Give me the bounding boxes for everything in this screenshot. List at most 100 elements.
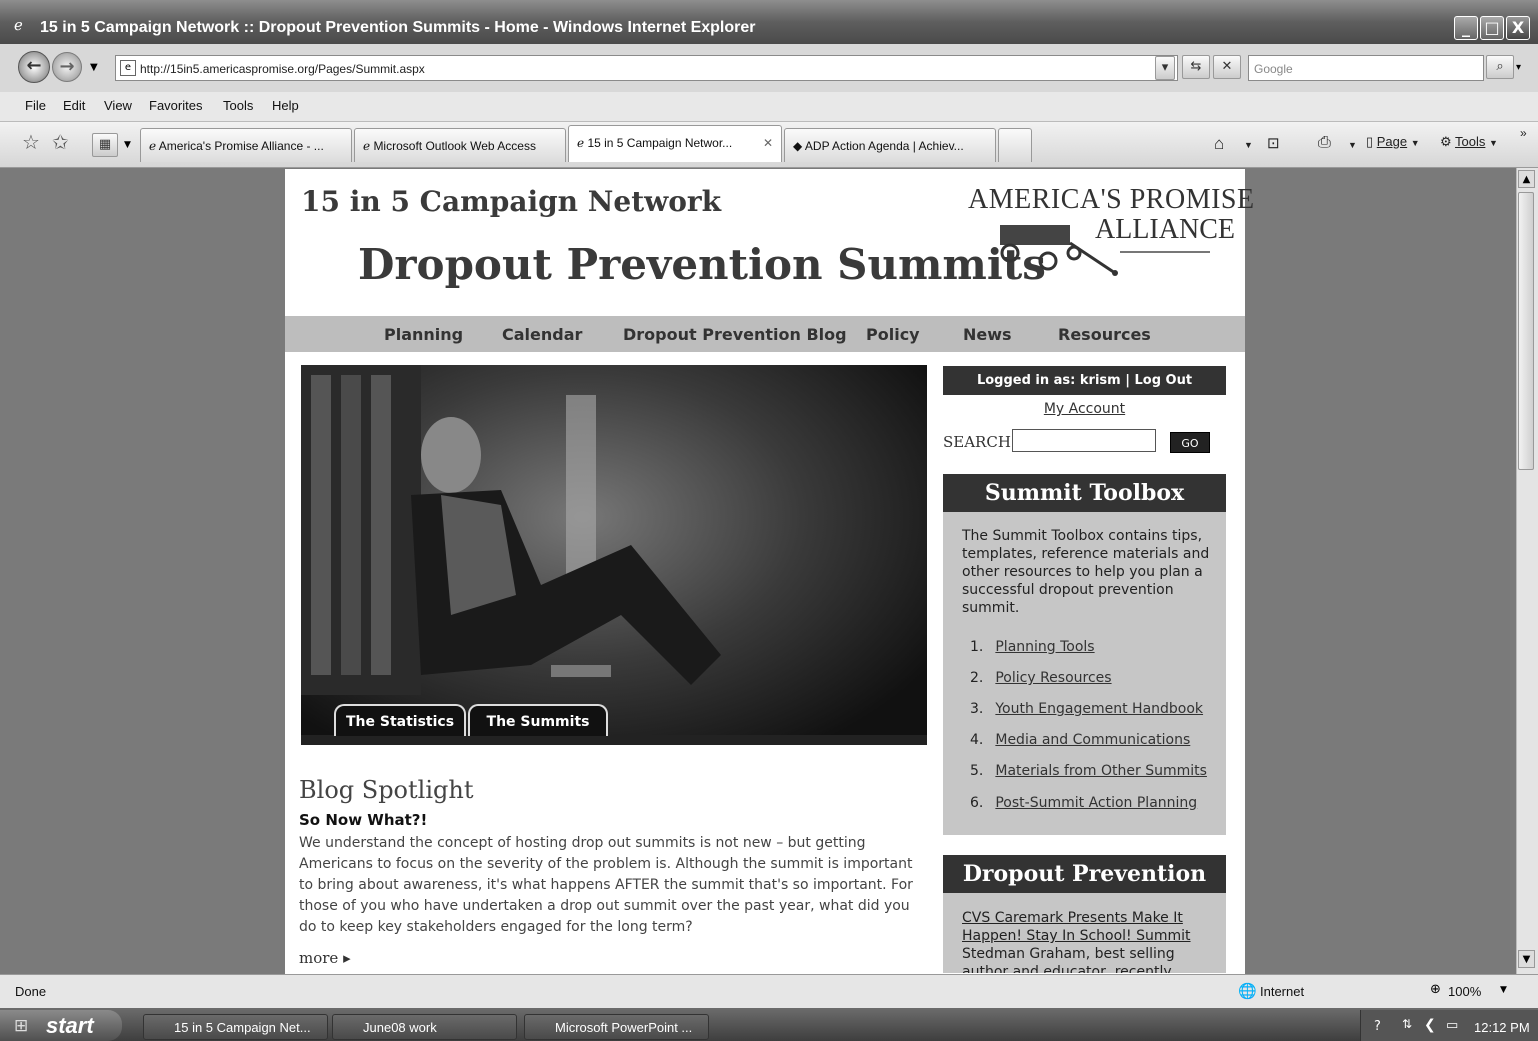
status-text: Done — [15, 984, 47, 999]
help-icon[interactable]: ? — [1374, 1019, 1381, 1034]
zoom-dropdown-icon[interactable]: ▼ — [1500, 985, 1507, 995]
hero-image — [301, 365, 927, 745]
logo-text-line1: AMERICA'S PROMISE — [968, 184, 1255, 215]
menu-view[interactable]: View — [104, 98, 132, 113]
page-title: Dropout Prevention Summits — [358, 240, 1046, 289]
print-dropdown-icon[interactable]: ▼ — [1348, 140, 1357, 150]
toolbox-item: 2. Policy Resources — [970, 670, 1112, 686]
tab-americas-promise[interactable]: ℯ America's Promise Alliance - ... — [140, 128, 352, 162]
url-text[interactable]: http://15in5.americaspromise.org/Pages/S… — [140, 62, 425, 76]
taskbar-item-powerpoint[interactable]: Microsoft PowerPoint ... — [524, 1014, 709, 1040]
quick-tabs-icon[interactable]: ▦ — [92, 133, 118, 157]
menu-file[interactable]: File — [25, 98, 46, 113]
tab-outlook[interactable]: ℯ Microsoft Outlook Web Access — [354, 128, 566, 162]
nav-policy[interactable]: Policy — [866, 325, 920, 344]
close-button[interactable]: X — [1506, 16, 1530, 40]
login-status[interactable]: Logged in as: krism | Log Out — [943, 366, 1226, 395]
nav-blog[interactable]: Dropout Prevention Blog — [623, 325, 847, 344]
news-heading: Dropout Prevention News — [943, 855, 1226, 925]
history-dropdown-icon[interactable]: ▼ — [90, 62, 98, 73]
chevron-more-icon[interactable]: » — [1520, 126, 1527, 140]
tab-label: Microsoft Outlook Web Access — [373, 139, 536, 153]
tab-15in5[interactable]: ℯ 15 in 5 Campaign Networ... ✕ — [568, 125, 782, 162]
menu-help[interactable]: Help — [272, 98, 299, 113]
scroll-up-icon[interactable]: ▲ — [1518, 170, 1535, 188]
toolbox-item: 1. Planning Tools — [970, 639, 1095, 655]
site-search-input[interactable] — [1012, 429, 1156, 452]
nav-news[interactable]: News — [963, 325, 1012, 344]
gear-icon: ⚙ — [1440, 134, 1456, 149]
minimize-button[interactable]: _ — [1454, 16, 1478, 40]
home-icon[interactable]: ⌂ — [1214, 134, 1224, 154]
add-favorites-icon[interactable]: ✩ — [52, 130, 69, 154]
other-summits-link[interactable]: Materials from Other Summits — [995, 763, 1207, 779]
forward-button[interactable]: → — [52, 52, 82, 82]
page-icon: ▯ — [1366, 134, 1377, 149]
policy-resources-link[interactable]: Policy Resources — [995, 670, 1111, 686]
search-icon[interactable]: ⌕ — [1486, 55, 1514, 79]
student-photo — [301, 365, 721, 695]
wagon-logo-icon[interactable] — [990, 215, 1220, 280]
tab-the-statistics[interactable]: The Statistics — [334, 704, 466, 736]
feeds-icon[interactable]: ⊡ — [1267, 134, 1280, 152]
page-menu[interactable]: ▯ Page ▼ — [1366, 134, 1420, 150]
network-icon[interactable]: ⇅ — [1402, 1017, 1412, 1031]
tab-label: 15 in 5 Campaign Networ... — [587, 136, 733, 150]
new-tab-button[interactable] — [998, 128, 1032, 162]
more-link[interactable]: more ▸ — [299, 949, 351, 967]
nav-calendar[interactable]: Calendar — [502, 325, 582, 344]
stop-icon[interactable]: ✕ — [1213, 55, 1241, 79]
blog-post-title[interactable]: So Now What?! — [299, 811, 427, 829]
planning-tools-link[interactable]: Planning Tools — [995, 639, 1094, 655]
menu-edit[interactable]: Edit — [63, 98, 85, 113]
youth-engagement-link[interactable]: Youth Engagement Handbook — [995, 701, 1203, 717]
back-button[interactable]: ← — [18, 51, 50, 83]
address-dropdown-icon[interactable]: ▾ — [1155, 56, 1175, 80]
home-dropdown-icon[interactable]: ▼ — [1244, 140, 1253, 150]
windows-logo-icon: ⊞ — [14, 1016, 29, 1036]
blog-spotlight-heading: Blog Spotlight — [299, 776, 474, 804]
nav-resources[interactable]: Resources — [1058, 325, 1151, 344]
maximize-button[interactable]: □ — [1480, 16, 1504, 40]
toolbox-item: 3. Youth Engagement Handbook — [970, 701, 1204, 717]
zoom-icon: ⊕ — [1430, 982, 1441, 997]
search-options-icon[interactable]: ▾ — [1516, 62, 1521, 73]
adp-icon: ◆ — [793, 139, 805, 153]
menu-tools[interactable]: Tools — [223, 98, 253, 113]
tray-chevron-icon[interactable]: ❮ — [1424, 1017, 1436, 1033]
summit-toolbox-heading: Summit Toolbox — [943, 474, 1226, 512]
post-summit-link[interactable]: Post-Summit Action Planning — [995, 795, 1197, 811]
scroll-down-icon[interactable]: ▼ — [1518, 950, 1535, 968]
refresh-icon[interactable]: ⇆ — [1182, 55, 1210, 79]
network-title[interactable]: 15 in 5 Campaign Network — [301, 185, 721, 218]
tab-adp[interactable]: ◆ ADP Action Agenda | Achiev... — [784, 128, 996, 162]
toolbox-item: 4. Media and Communications — [970, 732, 1191, 748]
tab-the-summits[interactable]: The Summits — [468, 704, 608, 736]
status-bar — [0, 974, 1538, 1008]
window-title: 15 in 5 Campaign Network :: Dropout Prev… — [40, 19, 756, 36]
blog-post-excerpt: We understand the concept of hosting dro… — [299, 835, 913, 935]
tab-label: America's Promise Alliance - ... — [158, 139, 324, 153]
news-item-link[interactable]: CVS Caremark Presents Make It Happen! St… — [962, 909, 1212, 945]
print-icon[interactable]: ⎙ — [1318, 134, 1331, 152]
tools-menu[interactable]: ⚙ Tools ▼ — [1440, 134, 1498, 150]
nav-planning[interactable]: Planning — [384, 325, 463, 344]
go-button[interactable]: GO — [1170, 432, 1210, 453]
scrollbar-thumb[interactable] — [1518, 192, 1534, 470]
menu-favorites[interactable]: Favorites — [149, 98, 202, 113]
security-zone[interactable]: Internet — [1260, 984, 1304, 999]
ie-icon: ℯ — [14, 16, 23, 34]
monitor-icon[interactable]: ▭ — [1446, 1018, 1458, 1033]
search-placeholder: Google — [1254, 62, 1293, 76]
taskbar-item-folder[interactable]: June08 work — [332, 1014, 517, 1040]
tab-label: ADP Action Agenda | Achiev... — [804, 139, 964, 153]
taskbar-item-ie[interactable]: 15 in 5 Campaign Net... — [143, 1014, 328, 1040]
favorites-star-icon[interactable]: ☆ — [22, 130, 40, 154]
zoom-level[interactable]: 100% — [1448, 984, 1481, 999]
my-account-link[interactable]: My Account — [943, 401, 1226, 417]
tab-list-dropdown-icon[interactable]: ▼ — [124, 140, 131, 150]
media-communications-link[interactable]: Media and Communications — [995, 732, 1190, 748]
toolbox-item: 5. Materials from Other Summits — [970, 763, 1207, 779]
close-tab-icon[interactable]: ✕ — [763, 126, 773, 160]
search-label: SEARCH: — [943, 433, 1016, 451]
